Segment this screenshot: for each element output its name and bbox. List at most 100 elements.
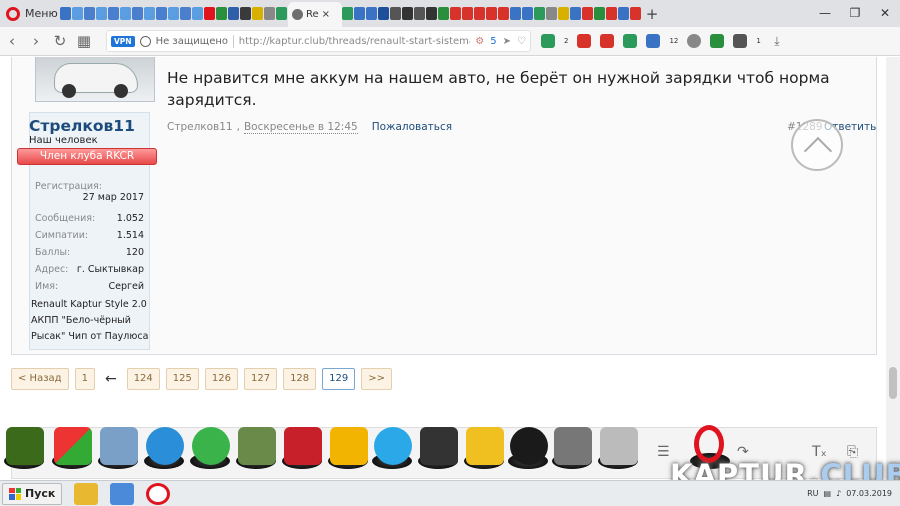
extension-icon[interactable]: ⚙ <box>475 36 484 47</box>
chip-dock-icon[interactable] <box>554 427 592 465</box>
globe-extension-icon[interactable] <box>687 34 702 48</box>
tab-favicon-icon[interactable] <box>132 7 143 20</box>
clock[interactable]: 07.03.2019 <box>846 489 892 499</box>
tab-favicon-icon[interactable] <box>522 7 533 20</box>
tab-favicon-icon[interactable] <box>240 7 251 20</box>
tab-favicon-icon[interactable] <box>474 7 485 20</box>
info-value[interactable]: 120 <box>126 247 144 258</box>
aida64-dock-icon[interactable] <box>284 427 322 465</box>
tab-favicon-icon[interactable] <box>534 7 545 20</box>
tab-favicon-icon[interactable] <box>216 7 227 20</box>
tab-favicon-icon[interactable] <box>354 7 365 20</box>
internet-explorer-dock-icon[interactable] <box>146 427 184 465</box>
tab-favicon-icon[interactable] <box>228 7 239 20</box>
back-arrow-icon[interactable]: ‹ <box>0 27 24 56</box>
vpn-badge[interactable]: VPN <box>111 35 135 47</box>
tab-favicon-icon[interactable] <box>342 7 353 20</box>
maximize-button[interactable]: ❐ <box>840 0 870 27</box>
tab-favicon-icon[interactable] <box>156 7 167 20</box>
post-date[interactable]: Воскресенье в 12:45 <box>243 121 358 134</box>
start-button[interactable]: Пуск <box>2 482 63 505</box>
page-link[interactable]: 1 <box>74 368 95 390</box>
page-link[interactable]: 124 <box>126 368 160 390</box>
network-dock-icon[interactable] <box>192 427 230 465</box>
tab-favicon-icon[interactable] <box>558 7 569 20</box>
opera-menu-button[interactable]: Меню <box>0 0 60 27</box>
url-text[interactable]: http://kaptur.club/threads/renault-start… <box>239 36 471 47</box>
info-value[interactable]: 1.052 <box>117 213 144 224</box>
tab-favicon-icon[interactable] <box>618 7 629 20</box>
downloads-icon[interactable]: ⤓ <box>769 34 784 48</box>
address-bar[interactable]: VPN Не защищено http://kaptur.club/threa… <box>106 30 531 52</box>
next-page-button[interactable]: >> <box>361 368 393 390</box>
remote-desktop-dock-icon[interactable] <box>420 427 458 465</box>
security-status[interactable]: Не защищено <box>156 36 228 47</box>
tab-favicon-icon[interactable] <box>510 7 521 20</box>
nexus-dock-icon[interactable] <box>6 427 44 465</box>
tab-favicon-icon[interactable] <box>582 7 593 20</box>
opera-taskbar-icon[interactable] <box>146 482 171 505</box>
page-jump-arrow[interactable]: ← <box>101 371 121 387</box>
tab-favicon-icon[interactable] <box>144 7 155 20</box>
tab-favicon-icon[interactable] <box>276 7 287 20</box>
tab-favicon-icon[interactable] <box>366 7 377 20</box>
scrollbar-thumb[interactable] <box>889 367 897 399</box>
skype-dock-icon[interactable] <box>374 427 412 465</box>
cloud-dock-icon[interactable] <box>600 427 638 465</box>
reload-icon[interactable]: ↻ <box>48 27 72 56</box>
tab-favicon-icon[interactable] <box>96 7 107 20</box>
active-tab[interactable]: Re × <box>288 2 342 27</box>
username-link[interactable]: Стрелков11 <box>29 117 135 135</box>
tab-favicon-icon[interactable] <box>84 7 95 20</box>
report-link[interactable]: Пожаловаться <box>372 121 452 134</box>
explorer-taskbar-icon[interactable] <box>74 482 99 505</box>
prev-page-button[interactable]: < Назад <box>11 368 69 390</box>
red-extension-icon[interactable] <box>577 34 592 48</box>
tab-favicon-icon[interactable] <box>120 7 131 20</box>
scroll-to-top-button[interactable] <box>791 119 843 171</box>
tab-favicon-icon[interactable] <box>252 7 263 20</box>
heart-icon[interactable]: ♡ <box>517 36 526 47</box>
download-extension-icon[interactable] <box>710 34 725 48</box>
page-link[interactable]: 125 <box>165 368 199 390</box>
tab-favicon-icon[interactable] <box>546 7 557 20</box>
tab-favicon-icon[interactable] <box>168 7 179 20</box>
blue-extension-icon[interactable] <box>646 34 661 48</box>
tab-favicon-icon[interactable] <box>72 7 83 20</box>
user-avatar[interactable] <box>35 57 155 102</box>
tab-favicon-icon[interactable] <box>60 7 71 20</box>
page-link[interactable]: 126 <box>204 368 238 390</box>
tab-favicon-icon[interactable] <box>402 7 413 20</box>
tab-favicon-icon[interactable] <box>486 7 497 20</box>
windows-dock-icon[interactable] <box>54 427 92 465</box>
current-page[interactable]: 129 <box>322 368 356 390</box>
network-icon[interactable]: ▤ <box>824 489 832 498</box>
page-link[interactable]: 127 <box>243 368 278 390</box>
page-scrollbar[interactable] <box>886 57 900 479</box>
address-badge-count[interactable]: 5 <box>490 36 496 47</box>
tab-favicon-icon[interactable] <box>378 7 389 20</box>
forward-arrow-icon[interactable]: › <box>24 27 48 56</box>
tab-favicon-icon[interactable] <box>390 7 401 20</box>
tab-favicon-icon[interactable] <box>264 7 275 20</box>
game-dock-icon[interactable] <box>238 427 276 465</box>
tab-favicon-icon[interactable] <box>438 7 449 20</box>
tab-favicon-icon[interactable] <box>108 7 119 20</box>
close-window-button[interactable]: ✕ <box>870 0 900 27</box>
tab-favicon-icon[interactable] <box>450 7 461 20</box>
post-author[interactable]: Стрелков11 <box>167 121 233 134</box>
tab-favicon-icon[interactable] <box>192 7 203 20</box>
send-icon[interactable]: ➤ <box>503 36 511 47</box>
dark-extension-icon[interactable] <box>733 34 748 48</box>
tab-favicon-icon[interactable] <box>498 7 509 20</box>
minimize-button[interactable]: — <box>810 0 840 27</box>
media-player-taskbar-icon[interactable] <box>110 482 135 505</box>
tab-favicon-icon[interactable] <box>606 7 617 20</box>
tab-favicon-icon[interactable] <box>204 7 215 20</box>
tab-favicon-icon[interactable] <box>462 7 473 20</box>
tab-favicon-icon[interactable] <box>594 7 605 20</box>
camera-dock-icon[interactable] <box>510 427 548 465</box>
red-extension-icon[interactable] <box>600 34 615 48</box>
tab-favicon-icon[interactable] <box>630 7 641 20</box>
check-extension-icon[interactable] <box>541 34 555 48</box>
